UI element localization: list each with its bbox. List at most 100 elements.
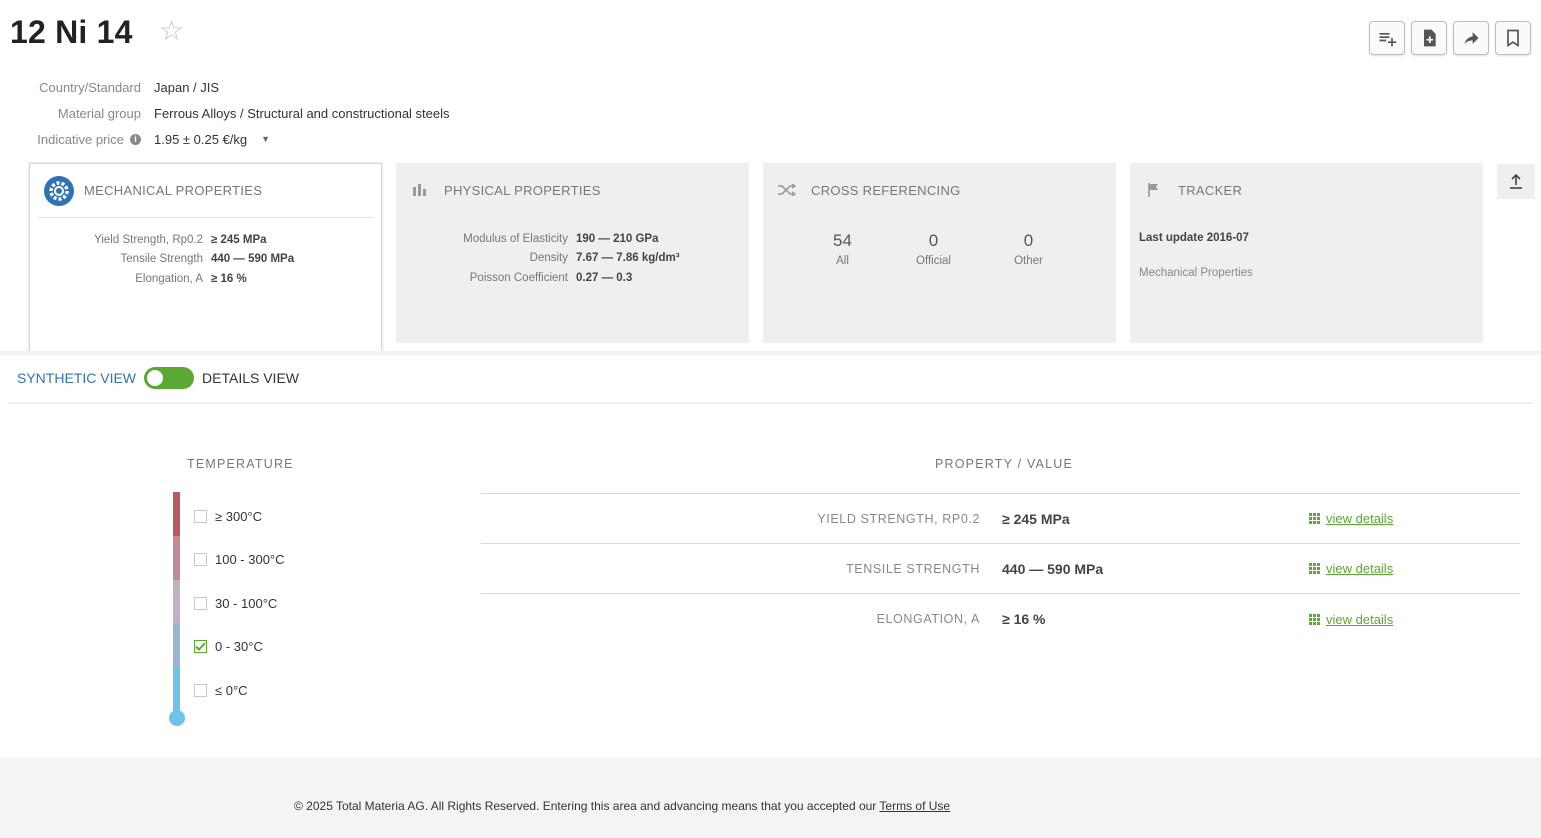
grid-icon [1309, 613, 1320, 625]
temp-label: ≥ 300°C [215, 508, 263, 524]
temp-label: 30 - 100°C [215, 595, 278, 611]
thermometer [173, 492, 181, 712]
view-details-link[interactable]: view details [1309, 511, 1393, 526]
card-tracker[interactable]: TRACKER Last update 2016-07 Mechanical P… [1130, 163, 1483, 343]
meta-label: Country/Standard [39, 79, 141, 95]
table-row: ELONGATION, A ≥ 16 % view details [481, 594, 1520, 644]
terms-of-use-link[interactable]: Terms of Use [879, 799, 950, 813]
export-button[interactable] [1497, 164, 1535, 199]
thermo-segment-0-30 [173, 624, 180, 668]
property-value-table: YIELD STRENGTH, RP0.2 ≥ 245 MPa view det… [481, 493, 1520, 644]
prop-value: 440 — 590 MPa [211, 253, 295, 266]
prop-label: Poisson Coefficient [469, 271, 568, 284]
star-icon[interactable]: ☆ [159, 17, 184, 45]
prop-value: ≥ 245 MPa [211, 233, 267, 246]
prop-label: Modulus of Elasticity [463, 232, 568, 245]
grid-icon [1309, 563, 1320, 574]
chevron-down-icon: ▼ [261, 134, 271, 144]
card-title: TRACKER [1178, 182, 1243, 198]
cross-count-official[interactable]: 0 Official [886, 231, 981, 267]
physical-props: Modulus of Elasticity 190 — 210 GPa Dens… [396, 229, 749, 288]
thermometer-bulb [169, 710, 185, 726]
checkbox[interactable] [194, 509, 207, 523]
temperature-filter: ≥ 300°C 100 - 300°C 30 - 100°C 0 - 30°C … [194, 507, 285, 699]
grid-icon [1309, 513, 1320, 524]
details-view-label[interactable]: DETAILS VIEW [202, 370, 299, 386]
share-icon [1464, 32, 1479, 45]
checkbox[interactable] [194, 683, 207, 697]
card-header: CROSS REFERENCING [763, 163, 1116, 217]
add-document-button[interactable] [1411, 21, 1447, 55]
cross-count-other[interactable]: 0 Other [981, 231, 1076, 267]
property-value: 440 — 590 MPa [1002, 560, 1104, 577]
meta-value: Ferrous Alloys / Structural and construc… [154, 105, 450, 121]
add-to-list-button[interactable] [1369, 21, 1405, 55]
temp-label: 100 - 300°C [215, 551, 285, 567]
temp-option[interactable]: 30 - 100°C [194, 594, 285, 612]
synthetic-view-label[interactable]: SYNTHETIC VIEW [17, 370, 136, 386]
prop-value: 0.27 — 0.3 [576, 271, 633, 284]
temp-option[interactable]: 100 - 300°C [194, 550, 285, 568]
bar-chart-icon [410, 175, 430, 205]
upload-icon [1510, 173, 1522, 189]
prop-row: Yield Strength, Rp0.2 ≥ 245 MPa [30, 230, 381, 250]
property-value-heading: PROPERTY / VALUE [935, 457, 1073, 471]
prop-label: Yield Strength, Rp0.2 [94, 233, 203, 246]
footer: © 2025 Total Materia AG. All Rights Rese… [0, 758, 1541, 838]
prop-label: Density [529, 252, 568, 265]
checkbox[interactable] [194, 552, 207, 566]
price-dropdown[interactable]: 1.95 ± 0.25 €/kg ▼ [154, 132, 270, 147]
temp-option[interactable]: ≥ 300°C [194, 507, 285, 525]
price-label: Indicative price [37, 131, 124, 147]
meta-row-group: Material group Ferrous Alloys / Structur… [0, 100, 450, 126]
checkbox-checked[interactable] [194, 639, 207, 653]
prop-label: Tensile Strength [120, 253, 203, 266]
card-physical-properties[interactable]: PHYSICAL PROPERTIES Modulus of Elasticit… [396, 163, 749, 343]
count-label: Other [1014, 255, 1043, 267]
link-label: view details [1326, 611, 1394, 627]
table-row: TENSILE STRENGTH 440 — 590 MPa view deta… [481, 544, 1520, 594]
card-title: CROSS REFERENCING [811, 182, 961, 198]
card-header: MECHANICAL PROPERTIES [37, 164, 374, 218]
bookmark-icon [1507, 29, 1519, 48]
divider [0, 351, 1541, 355]
link-label: view details [1326, 561, 1394, 576]
card-header: TRACKER [1130, 163, 1483, 217]
temp-option[interactable]: 0 - 30°C [194, 637, 285, 655]
temp-label: ≤ 0°C [215, 682, 248, 698]
material-meta: Country/Standard Japan / JIS Material gr… [0, 74, 450, 152]
footer-text: © 2025 Total Materia AG. All Rights Rese… [294, 799, 950, 813]
count-value: 0 [1023, 231, 1034, 250]
link-label: view details [1326, 511, 1394, 526]
temp-label: 0 - 30°C [215, 638, 263, 654]
card-mechanical-properties[interactable]: MECHANICAL PROPERTIES Yield Strength, Rp… [29, 163, 382, 353]
count-value: 54 [833, 231, 852, 250]
property-value: ≥ 245 MPa [1002, 510, 1070, 527]
property-name: YIELD STRENGTH, RP0.2 [817, 511, 980, 526]
info-icon[interactable]: i [130, 133, 141, 145]
share-button[interactable] [1453, 21, 1489, 55]
price-value: 1.95 ± 0.25 €/kg [154, 131, 248, 147]
meta-row-price: Indicative price i 1.95 ± 0.25 €/kg ▼ [0, 126, 450, 152]
thermo-segment-30-100 [173, 580, 180, 624]
switch-knob [147, 370, 164, 386]
card-title: PHYSICAL PROPERTIES [444, 182, 601, 198]
cross-counts: 54 All 0 Official 0 Other [763, 231, 1116, 267]
shuffle-icon [777, 175, 797, 205]
check-icon [195, 641, 206, 651]
checkbox[interactable] [194, 596, 207, 610]
view-details-link[interactable]: view details [1309, 612, 1393, 627]
temp-option[interactable]: ≤ 0°C [194, 681, 285, 699]
document-add-icon [1424, 29, 1436, 47]
card-cross-referencing[interactable]: CROSS REFERENCING 54 All 0 Official 0 Ot… [763, 163, 1116, 343]
card-header: PHYSICAL PROPERTIES [396, 163, 749, 217]
playlist-add-icon [1379, 33, 1397, 47]
view-switch[interactable] [144, 367, 195, 389]
tracker-subject: Mechanical Properties [1139, 267, 1253, 279]
cross-count-all[interactable]: 54 All [795, 231, 890, 267]
thermo-segment-100-300 [173, 536, 180, 580]
view-details-link[interactable]: view details [1309, 561, 1393, 576]
bookmark-button[interactable] [1495, 21, 1531, 55]
gear-icon [44, 175, 74, 206]
meta-label-price: Indicative price i [0, 132, 141, 147]
